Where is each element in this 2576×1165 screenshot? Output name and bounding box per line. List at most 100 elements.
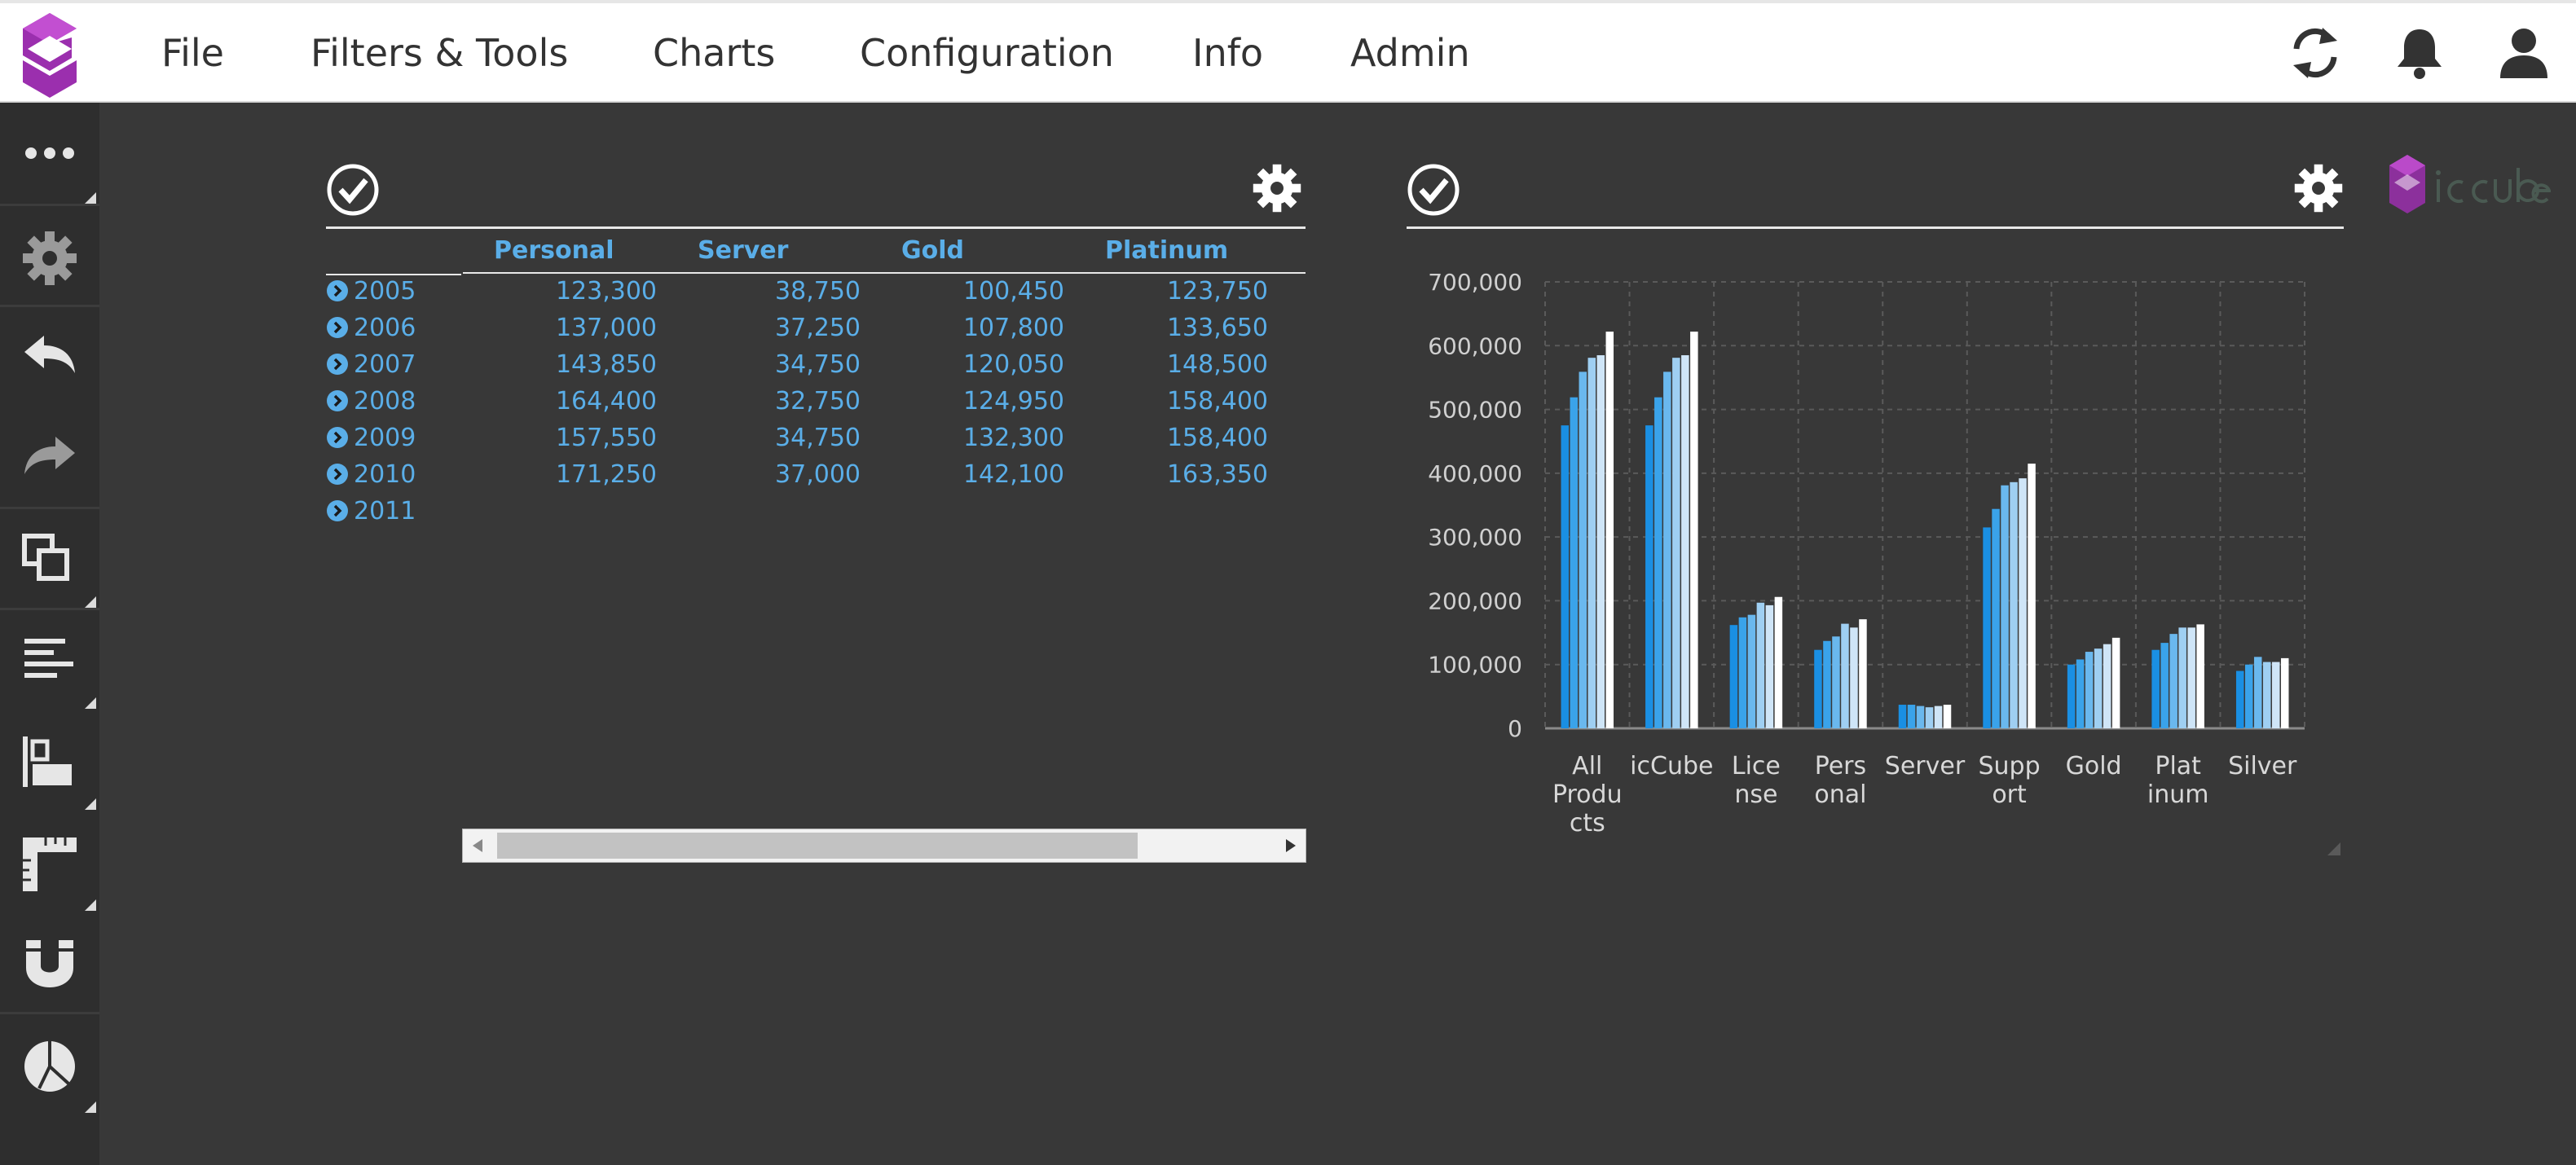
menu-admin[interactable]: Admin [1350, 31, 1470, 75]
column-header[interactable]: Personal [494, 236, 614, 265]
expand-icon[interactable] [326, 463, 349, 486]
bell-icon[interactable] [2391, 24, 2448, 81]
expand-icon[interactable] [326, 279, 349, 302]
table-cell[interactable]: 148,500 [1105, 350, 1268, 379]
bar[interactable] [1925, 707, 1934, 728]
row-header[interactable]: 2009 [326, 424, 416, 460]
bar[interactable] [2160, 643, 2169, 728]
resize-handle-icon[interactable] [2327, 842, 2340, 855]
bar[interactable] [2169, 634, 2177, 728]
gear-icon[interactable] [2293, 163, 2344, 213]
refresh-icon[interactable] [2287, 24, 2344, 81]
bar[interactable] [1570, 397, 1579, 728]
bar[interactable] [1663, 371, 1671, 728]
check-circle-icon[interactable] [326, 163, 380, 217]
bar[interactable] [2094, 648, 2103, 728]
expand-icon[interactable] [326, 389, 349, 412]
table-cell[interactable]: 164,400 [494, 387, 657, 415]
bar[interactable] [1738, 617, 1747, 728]
menu-configuration[interactable]: Configuration [860, 31, 1114, 75]
bar[interactable] [1765, 604, 1774, 728]
table-cell[interactable]: 37,250 [698, 314, 861, 342]
bar[interactable] [1850, 627, 1858, 728]
bar[interactable] [2178, 627, 2186, 728]
table-cell[interactable]: 34,750 [698, 350, 861, 379]
ruler-button[interactable] [0, 810, 99, 911]
table-cell[interactable]: 133,650 [1105, 314, 1268, 342]
undo-button[interactable] [0, 305, 99, 406]
bar[interactable] [2151, 649, 2160, 728]
row-header[interactable]: 2006 [326, 314, 416, 350]
bar[interactable] [1561, 425, 1570, 728]
bar[interactable] [1690, 332, 1698, 728]
bar[interactable] [1934, 706, 1943, 728]
bar[interactable] [2262, 662, 2271, 728]
bar[interactable] [2067, 664, 2076, 728]
table-cell[interactable]: 158,400 [1105, 424, 1268, 452]
bar[interactable] [2280, 657, 2289, 728]
table-cell[interactable]: 38,750 [698, 277, 861, 306]
iccube-logo[interactable] [21, 11, 78, 99]
align-top-button[interactable] [0, 709, 99, 810]
bar[interactable] [1681, 355, 1689, 728]
table-cell[interactable]: 107,800 [901, 314, 1064, 342]
menu-file[interactable]: File [161, 31, 224, 75]
expand-icon[interactable] [326, 353, 349, 376]
row-header[interactable]: 2007 [326, 350, 416, 387]
bar[interactable] [1943, 705, 1952, 728]
bar[interactable] [2271, 662, 2280, 728]
row-header[interactable]: 2011 [326, 497, 416, 534]
table-cell[interactable]: 32,750 [698, 387, 861, 415]
bar[interactable] [1814, 649, 1822, 728]
bar[interactable] [1596, 355, 1605, 728]
column-header[interactable]: Platinum [1105, 236, 1228, 265]
bar[interactable] [1983, 527, 1991, 728]
bar[interactable] [1907, 705, 1916, 728]
bar[interactable] [2253, 657, 2262, 728]
row-header[interactable]: 2005 [326, 277, 416, 314]
table-cell[interactable]: 157,550 [494, 424, 657, 452]
scroll-left-icon[interactable] [471, 837, 484, 854]
expand-icon[interactable] [326, 499, 349, 522]
bar[interactable] [2103, 644, 2111, 728]
align-left-button[interactable] [0, 608, 99, 709]
table-cell[interactable]: 120,050 [901, 350, 1064, 379]
table-cell[interactable]: 142,100 [901, 460, 1064, 489]
horizontal-scrollbar[interactable] [462, 829, 1306, 863]
row-header[interactable]: 2010 [326, 460, 416, 497]
column-header[interactable]: Server [698, 236, 788, 265]
bar[interactable] [2085, 652, 2094, 728]
bar[interactable] [1832, 636, 1840, 728]
menu-info[interactable]: Info [1192, 31, 1263, 75]
bar[interactable] [1579, 371, 1587, 728]
column-header[interactable]: Gold [901, 236, 964, 265]
bar[interactable] [1774, 596, 1783, 728]
bar[interactable] [2019, 478, 2027, 728]
redo-button[interactable] [0, 406, 99, 507]
scrollbar-thumb[interactable] [497, 833, 1138, 859]
bar[interactable] [2028, 464, 2036, 728]
check-circle-icon[interactable] [1407, 163, 1460, 217]
bar[interactable] [1916, 706, 1925, 728]
duplicate-button[interactable] [0, 507, 99, 608]
user-icon[interactable] [2495, 24, 2552, 81]
bar[interactable] [1605, 332, 1614, 728]
gear-icon[interactable] [1252, 163, 1302, 213]
bar[interactable] [1898, 705, 1907, 728]
table-cell[interactable]: 163,350 [1105, 460, 1268, 489]
bar[interactable] [1823, 640, 1831, 728]
table-cell[interactable]: 123,300 [494, 277, 657, 306]
menu-charts[interactable]: Charts [653, 31, 775, 75]
table-cell[interactable]: 37,000 [698, 460, 861, 489]
bar[interactable] [1992, 508, 2000, 728]
table-cell[interactable]: 34,750 [698, 424, 861, 452]
bar[interactable] [2235, 670, 2244, 728]
menu-filters-tools[interactable]: Filters & Tools [310, 31, 568, 75]
bar[interactable] [2001, 485, 2009, 728]
bar[interactable] [1841, 623, 1849, 728]
table-cell[interactable]: 143,850 [494, 350, 657, 379]
expand-icon[interactable] [326, 426, 349, 449]
bar[interactable] [1654, 397, 1662, 728]
expand-icon[interactable] [326, 316, 349, 339]
more-button[interactable] [0, 103, 99, 204]
